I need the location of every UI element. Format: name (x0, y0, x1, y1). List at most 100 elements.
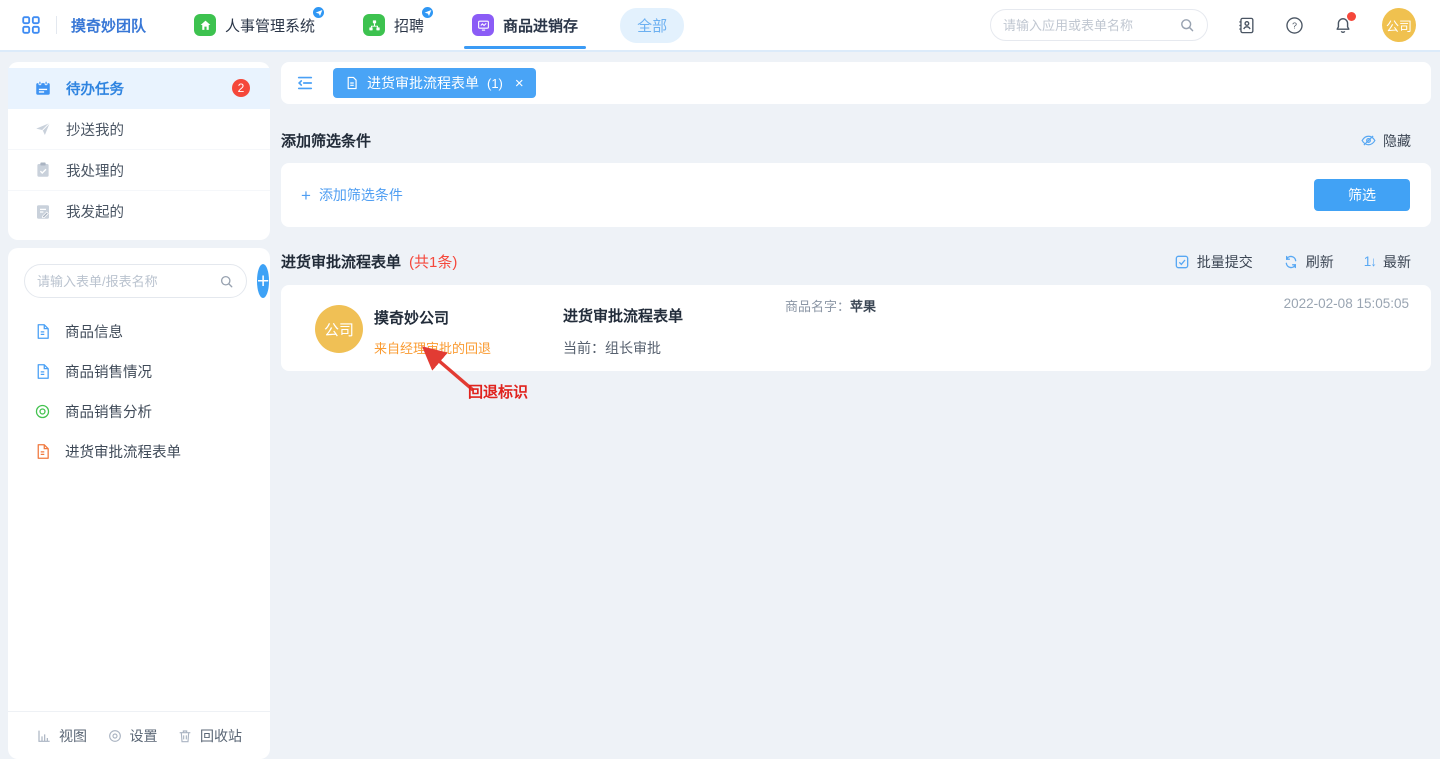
app-tab-label: 人事管理系统 (225, 15, 315, 36)
trash-icon (177, 728, 193, 744)
sidebar-item-label: 待办任务 (66, 78, 124, 99)
hide-label: 隐藏 (1383, 131, 1411, 151)
hide-filters-button[interactable]: 隐藏 (1360, 131, 1411, 151)
all-apps-pill[interactable]: 全部 (620, 8, 684, 43)
org-chart-icon (363, 14, 385, 36)
row-product-field: 商品名字：苹果 (785, 296, 876, 315)
shared-badge-icon (311, 5, 326, 20)
apps-grid-icon[interactable] (20, 14, 42, 36)
list-title: 进货审批流程表单(共1条) (281, 251, 457, 272)
sort-latest-label: 最新 (1383, 252, 1411, 272)
sidebar-item-started-by-me[interactable]: 我发起的 (8, 191, 270, 232)
app-tab-inventory[interactable]: 商品进销存 (472, 14, 578, 36)
row-rollback-note: 来自经理审批的回退 (374, 338, 563, 357)
house-icon (194, 14, 216, 36)
help-icon[interactable]: ? (1285, 16, 1304, 35)
main-header-card: 进货审批流程表单 (1) × (281, 62, 1431, 104)
bar-chart-icon (36, 728, 52, 744)
annotation-label: 回退标识 (468, 381, 528, 402)
file-icon (34, 363, 51, 380)
filter-section-title: 添加筛选条件 (281, 130, 371, 151)
todo-count-badge: 2 (232, 79, 250, 97)
paper-plane-icon (34, 120, 52, 138)
sidebar-item-handled-by-me[interactable]: 我处理的 (8, 150, 270, 191)
row-company-name: 摸奇妙公司 (374, 307, 563, 328)
file-icon (34, 323, 51, 340)
plus-icon: + (301, 187, 311, 204)
sidebar-item-label: 我发起的 (66, 201, 124, 222)
views-button[interactable]: 视图 (36, 726, 87, 746)
add-form-button[interactable]: + (257, 264, 269, 298)
footer-item-label: 回收站 (200, 726, 242, 746)
topbar: 摸奇妙团队 人事管理系统 招聘 商品进销存 全部 (0, 0, 1440, 52)
form-item-label: 商品销售分析 (65, 401, 152, 422)
file-icon (34, 443, 51, 460)
row-avatar: 公司 (315, 305, 363, 353)
sidebar-forms-card: + 商品信息 商品销售情况 商品销售分析 进货审批流程表单 (8, 248, 270, 759)
contacts-icon[interactable] (1237, 16, 1256, 35)
row-current-step: 当前：组长审批 (563, 338, 775, 358)
form-item-label: 商品信息 (65, 321, 123, 342)
row-timestamp: 2022-02-08 15:05:05 (1284, 296, 1409, 311)
eye-off-icon (1360, 132, 1377, 149)
close-icon[interactable]: × (515, 76, 524, 91)
sort-latest-button[interactable]: 1↓ 最新 (1364, 252, 1411, 272)
clipboard-check-icon (34, 161, 52, 179)
sidebar-item-cc-to-me[interactable]: 抄送我的 (8, 109, 270, 150)
avatar[interactable]: 公司 (1382, 8, 1416, 42)
settings-button[interactable]: 设置 (107, 726, 158, 746)
refresh-icon (1283, 254, 1299, 270)
sidebar-item-label: 抄送我的 (66, 119, 124, 140)
sort-icon: 1↓ (1364, 254, 1376, 269)
sidebar-form-purchase-approval[interactable]: 进货审批流程表单 (8, 431, 270, 471)
search-icon (219, 274, 234, 289)
app-tab-label: 招聘 (394, 15, 424, 36)
open-form-tab[interactable]: 进货审批流程表单 (1) × (333, 68, 536, 98)
notifications-bell-icon[interactable] (1333, 15, 1353, 35)
shared-badge-icon (420, 5, 435, 20)
monitor-chart-icon (472, 14, 494, 36)
approval-row[interactable]: 公司 摸奇妙公司 来自经理审批的回退 进货审批流程表单 当前：组长审批 商品名字… (281, 285, 1431, 371)
batch-submit-button[interactable]: 批量提交 (1174, 252, 1253, 272)
dashboard-target-icon (34, 403, 51, 420)
row-form-title: 进货审批流程表单 (563, 305, 775, 326)
add-filter-label: 添加筛选条件 (319, 185, 403, 205)
app-tab-hr-system[interactable]: 人事管理系统 (194, 14, 315, 36)
plus-icon: + (257, 271, 269, 292)
app-tab-label: 商品进销存 (503, 15, 578, 36)
collapse-sidebar-icon[interactable] (295, 73, 315, 93)
gear-icon (107, 728, 123, 744)
search-icon (1179, 17, 1195, 33)
field-value: 苹果 (850, 299, 876, 314)
refresh-label: 刷新 (1306, 252, 1334, 272)
calendar-icon (34, 79, 52, 97)
checkbox-check-icon (1174, 254, 1190, 270)
sidebar-form-sales-status[interactable]: 商品销售情况 (8, 351, 270, 391)
filter-submit-button[interactable]: 筛选 (1314, 179, 1410, 211)
form-search-input[interactable] (37, 274, 213, 289)
topbar-right: ? 公司 (990, 8, 1416, 42)
batch-submit-label: 批量提交 (1197, 252, 1253, 272)
team-name[interactable]: 摸奇妙团队 (71, 15, 146, 36)
recycle-bin-button[interactable]: 回收站 (177, 726, 242, 746)
add-filter-button[interactable]: + 添加筛选条件 (301, 185, 403, 205)
sidebar-item-label: 我处理的 (66, 160, 124, 181)
divider (56, 16, 57, 34)
sidebar-form-product-info[interactable]: 商品信息 (8, 311, 270, 351)
footer-item-label: 设置 (130, 726, 158, 746)
sidebar-form-sales-analysis[interactable]: 商品销售分析 (8, 391, 270, 431)
form-search[interactable] (24, 264, 247, 298)
list-title-text: 进货审批流程表单 (281, 254, 401, 271)
field-label: 商品名字： (785, 299, 850, 314)
sidebar-tasks-card: 待办任务 2 抄送我的 我处理的 我发起的 (8, 62, 270, 240)
list-actions: 批量提交 刷新 1↓ 最新 (1174, 252, 1411, 272)
app-search[interactable] (990, 9, 1208, 41)
form-item-label: 商品销售情况 (65, 361, 152, 382)
refresh-button[interactable]: 刷新 (1283, 252, 1334, 272)
footer-item-label: 视图 (59, 726, 87, 746)
open-form-tab-count: (1) (487, 76, 503, 91)
sidebar-item-todo[interactable]: 待办任务 2 (8, 68, 270, 109)
app-tab-recruiting[interactable]: 招聘 (363, 14, 424, 36)
file-icon (345, 76, 359, 90)
app-search-input[interactable] (1003, 18, 1173, 33)
